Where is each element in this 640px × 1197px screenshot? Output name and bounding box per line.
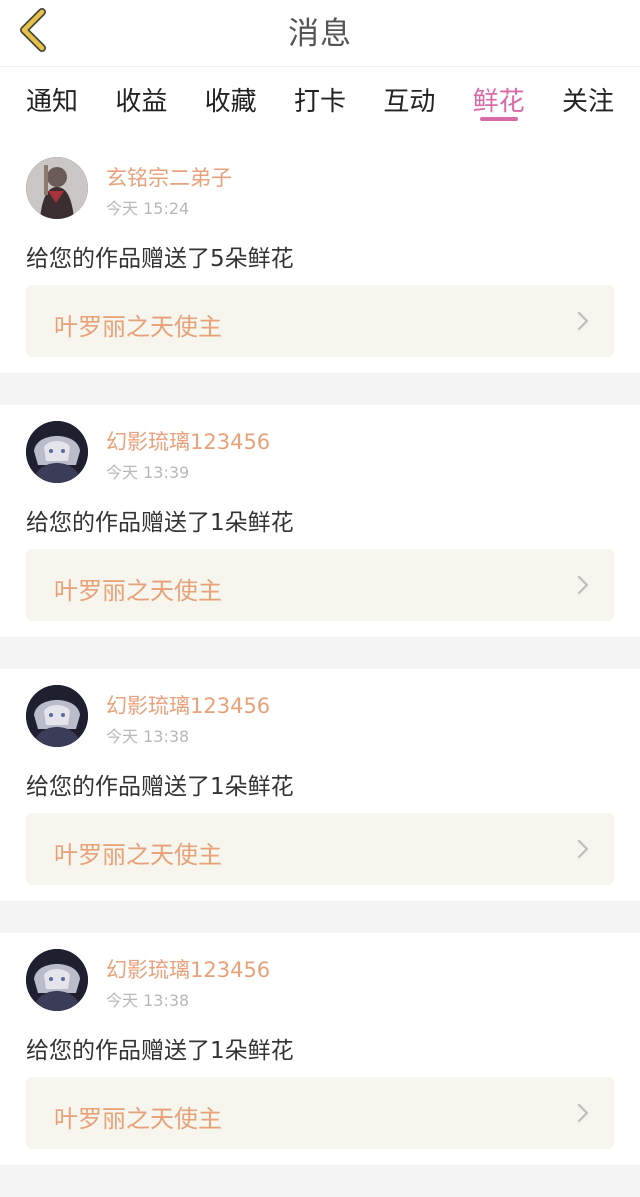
tab-label: 关注 [561, 87, 614, 117]
chevron-right-icon [576, 1103, 590, 1123]
tab-notifications[interactable]: 通知 [26, 67, 78, 141]
work-title: 叶罗丽之天使主 [54, 841, 222, 869]
tab-flowers[interactable]: 鲜花 [473, 67, 525, 141]
tab-label: 打卡 [293, 87, 346, 117]
avatar[interactable] [26, 421, 88, 483]
work-link-card[interactable]: 叶罗丽之天使主 [26, 1077, 614, 1149]
tab-label: 收藏 [204, 87, 257, 117]
timestamp: 今天 13:38 [106, 727, 190, 746]
tab-following[interactable]: 关注 [562, 67, 614, 141]
tab-active-indicator [479, 117, 518, 121]
chevron-right-icon [576, 575, 590, 595]
tab-bar: 通知 收益 收藏 打卡 互动 鲜花 关注 [0, 67, 640, 141]
work-title: 叶罗丽之天使主 [54, 313, 222, 341]
tab-label: 互动 [383, 87, 436, 117]
message-text: 给您的作品赠送了1朵鲜花 [26, 1038, 294, 1064]
chevron-right-icon [576, 839, 590, 859]
tab-label: 通知 [26, 87, 79, 117]
divider [0, 901, 640, 933]
username[interactable]: 幻影琉璃123456 [106, 426, 270, 456]
work-title: 叶罗丽之天使主 [54, 1105, 222, 1133]
avatar[interactable] [26, 157, 88, 219]
message-text: 给您的作品赠送了5朵鲜花 [26, 246, 294, 272]
work-title: 叶罗丽之天使主 [54, 577, 222, 605]
tab-interactions[interactable]: 互动 [383, 67, 435, 141]
divider [0, 373, 640, 405]
username[interactable]: 幻影琉璃123456 [106, 954, 270, 984]
tab-earnings[interactable]: 收益 [115, 67, 167, 141]
page-title: 消息 [288, 16, 352, 52]
tab-label: 鲜花 [472, 87, 525, 117]
list-item: 幻影琉璃123456 今天 13:38 给您的作品赠送了1朵鲜花 叶罗丽之天使主 [0, 933, 640, 1165]
work-link-card[interactable]: 叶罗丽之天使主 [26, 285, 614, 357]
tab-label: 收益 [115, 87, 168, 117]
tab-checkin[interactable]: 打卡 [294, 67, 346, 141]
timestamp: 今天 15:24 [106, 199, 190, 218]
list-item: 幻影琉璃123456 今天 13:38 给您的作品赠送了1朵鲜花 叶罗丽之天使主 [0, 669, 640, 901]
chevron-right-icon [576, 311, 590, 331]
list-item: 玄铭宗二弟子 今天 15:24 给您的作品赠送了5朵鲜花 叶罗丽之天使主 [0, 141, 640, 373]
tab-favorites[interactable]: 收藏 [205, 67, 257, 141]
timestamp: 今天 13:39 [106, 463, 190, 482]
message-text: 给您的作品赠送了1朵鲜花 [26, 510, 294, 536]
top-bar: 消息 [0, 0, 640, 67]
notification-list: 玄铭宗二弟子 今天 15:24 给您的作品赠送了5朵鲜花 叶罗丽之天使主 幻影琉… [0, 141, 640, 1197]
work-link-card[interactable]: 叶罗丽之天使主 [26, 549, 614, 621]
avatar[interactable] [26, 685, 88, 747]
username[interactable]: 幻影琉璃123456 [106, 690, 270, 720]
work-link-card[interactable]: 叶罗丽之天使主 [26, 813, 614, 885]
divider [0, 1165, 640, 1197]
timestamp: 今天 13:38 [106, 991, 190, 1010]
divider [0, 637, 640, 669]
message-text: 给您的作品赠送了1朵鲜花 [26, 774, 294, 800]
list-item: 幻影琉璃123456 今天 13:39 给您的作品赠送了1朵鲜花 叶罗丽之天使主 [0, 405, 640, 637]
avatar[interactable] [26, 949, 88, 1011]
username[interactable]: 玄铭宗二弟子 [106, 162, 232, 192]
